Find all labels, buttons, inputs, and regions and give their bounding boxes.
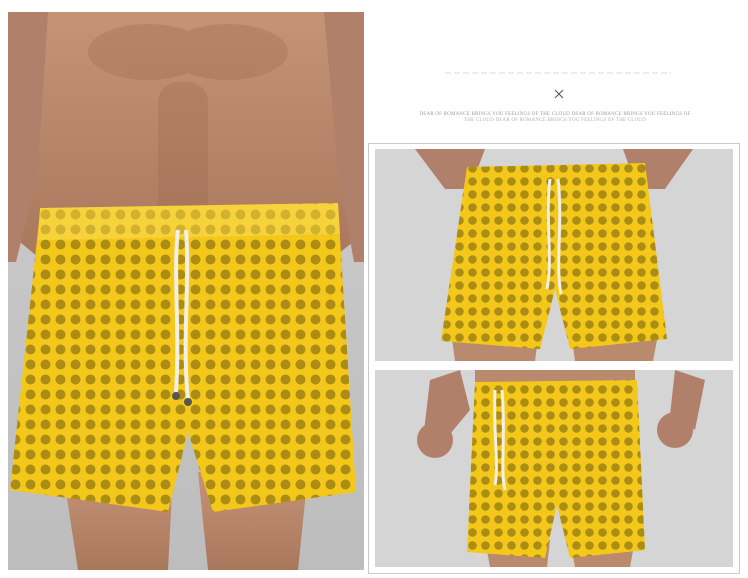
tagline-line-1: DEAR OF ROMANCE BRINGS YOU FEELINGS OF T… [419,112,691,117]
detail-photo-side-illustration [375,370,733,567]
main-photo-illustration [8,12,364,570]
close-icon[interactable] [553,88,565,100]
tagline: DEAR OF ROMANCE BRINGS YOU FEELINGS OF T… [395,112,715,124]
main-product-photo [8,12,364,570]
tagline-line-2: THE CLOUD DEAR OF ROMANCE BRINGS YOU FEE… [464,118,646,123]
detail-photo-front-illustration [375,149,733,361]
detail-photo-side [375,370,733,567]
decorative-line [445,72,671,74]
detail-photo-front [375,149,733,361]
